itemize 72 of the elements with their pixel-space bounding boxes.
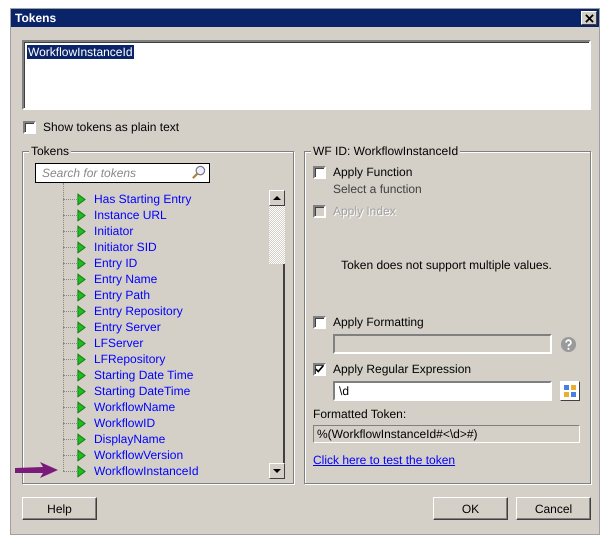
dialog-button[interactable]: Help xyxy=(22,497,97,520)
regex-field[interactable]: \d xyxy=(333,381,552,401)
checkbox[interactable] xyxy=(313,166,326,178)
checkbox[interactable] xyxy=(313,362,326,376)
help-icon xyxy=(560,336,577,352)
token-icon xyxy=(77,224,86,238)
token-icon xyxy=(77,432,86,446)
token-icon xyxy=(77,336,86,350)
token-icon xyxy=(77,400,86,414)
formatted-token-label: Formatted Token: xyxy=(313,407,408,421)
token-icon xyxy=(77,256,86,270)
scroll-down-button[interactable] xyxy=(269,463,285,479)
token-item[interactable]: Starting DateTime xyxy=(94,384,190,398)
token-item[interactable]: LFServer xyxy=(94,336,144,350)
token-item[interactable]: Has Starting Entry xyxy=(94,192,192,206)
token-item[interactable]: WorkflowInstanceId xyxy=(94,464,198,478)
token-item[interactable]: WorkflowID xyxy=(94,416,156,430)
dialog-button[interactable]: Cancel xyxy=(516,497,591,520)
token-icon xyxy=(77,304,86,318)
token-icon xyxy=(77,464,86,478)
token-item[interactable]: DisplayName xyxy=(94,432,166,446)
search-field[interactable]: Search for tokens xyxy=(35,163,210,183)
token-icon xyxy=(77,192,86,206)
token-icon xyxy=(77,240,86,254)
down-arrow-icon xyxy=(273,469,281,473)
checkbox-label: Show tokens as plain text xyxy=(43,120,180,134)
scrollbar[interactable] xyxy=(269,190,285,479)
scroll-thumb[interactable] xyxy=(269,206,285,264)
search-icon xyxy=(191,165,206,180)
token-icon xyxy=(77,288,86,302)
token-icon xyxy=(77,208,86,222)
token-icon xyxy=(77,368,86,382)
token-item[interactable]: Initiator SID xyxy=(94,240,157,254)
token-icon xyxy=(77,448,86,462)
pointer-arrow xyxy=(13,461,59,479)
token-item[interactable]: Initiator xyxy=(94,224,134,238)
checkbox-label: Apply Function xyxy=(333,165,412,179)
token-icon xyxy=(77,384,86,398)
close-button[interactable] xyxy=(581,11,597,25)
test-token-link[interactable]: Click here to test the token xyxy=(313,453,456,467)
token-item[interactable]: Entry Repository xyxy=(94,304,183,318)
group-title: WF ID: WorkflowInstanceId xyxy=(311,144,460,158)
format-field[interactable] xyxy=(333,334,552,354)
token-item[interactable]: LFRepository xyxy=(94,352,166,366)
function-hint: Select a function xyxy=(333,182,423,196)
dialog-button[interactable]: OK xyxy=(433,497,508,520)
checkbox[interactable] xyxy=(23,120,36,134)
token-item[interactable]: Entry ID xyxy=(94,256,138,270)
token-icon xyxy=(77,416,86,430)
checkbox-label: Apply Formatting xyxy=(333,315,424,329)
token-item[interactable]: Entry Server xyxy=(94,320,161,334)
close-icon xyxy=(584,14,594,22)
token-item[interactable]: Entry Path xyxy=(94,288,150,302)
token-item[interactable]: Instance URL xyxy=(94,208,167,222)
token-icon xyxy=(77,320,86,334)
checkbox-label: Apply Regular Expression xyxy=(333,362,472,376)
scroll-up-button[interactable] xyxy=(269,190,285,206)
checkbox[interactable] xyxy=(313,316,326,328)
info-message: Token does not support multiple values. xyxy=(340,258,553,272)
token-icon xyxy=(77,272,86,286)
token-editor[interactable]: WorkflowInstanceId xyxy=(22,40,591,110)
token-item[interactable]: Starting Date Time xyxy=(94,368,194,382)
token-icon xyxy=(77,352,86,366)
token-item[interactable]: Entry Name xyxy=(94,272,158,286)
up-arrow-icon xyxy=(273,196,281,200)
formatted-token-field: %(WorkflowInstanceId#<\d>#) xyxy=(313,425,580,443)
expression-builder-button[interactable] xyxy=(560,381,580,401)
token-item[interactable]: WorkflowName xyxy=(94,400,176,414)
group-title: Tokens xyxy=(29,144,72,158)
window-title: Tokens xyxy=(15,11,56,25)
token-item[interactable]: WorkflowVersion xyxy=(94,448,184,462)
editor-text: WorkflowInstanceId xyxy=(27,45,134,59)
